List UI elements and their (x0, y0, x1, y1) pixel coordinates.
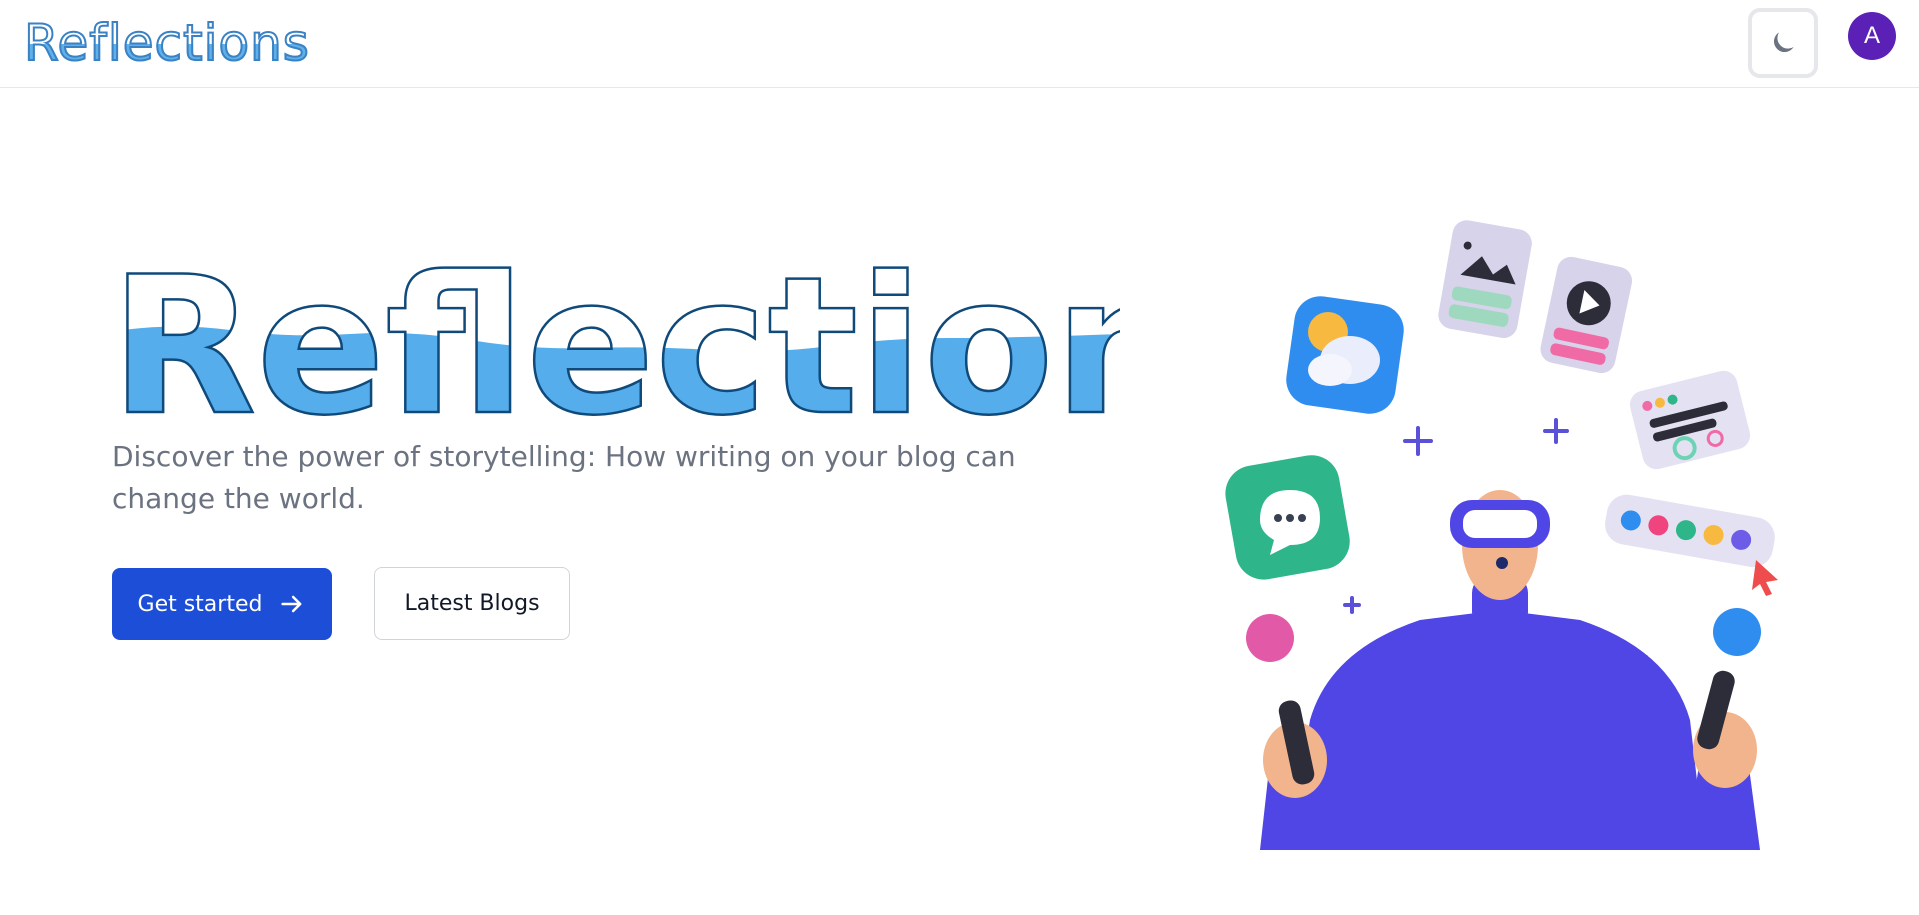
weather-app-icon (1286, 296, 1404, 414)
get-started-label: Get started (137, 591, 263, 617)
cursor-icon (1752, 560, 1778, 596)
user-avatar[interactable]: A (1848, 12, 1896, 60)
hero-illustration (1225, 220, 1778, 850)
latest-blogs-label: Latest Blogs (404, 591, 540, 616)
get-started-button[interactable]: Get started (112, 568, 332, 640)
text-card-icon (1629, 370, 1751, 470)
chat-app-icon (1225, 455, 1350, 580)
hero-title: Reflections Reflections (110, 235, 1120, 432)
brand-logo[interactable]: Reflections (23, 13, 310, 73)
hero-subtitle: Discover the power of storytelling: How … (112, 440, 1016, 515)
navbar: Reflections A (0, 0, 1919, 88)
color-palette-icon (1605, 494, 1775, 568)
image-card-icon (1438, 220, 1532, 339)
theme-toggle-button[interactable] (1748, 8, 1818, 78)
latest-blogs-button[interactable]: Latest Blogs (374, 567, 570, 640)
hero-title-outline: Reflections (110, 236, 1120, 432)
moon-icon (1773, 32, 1794, 53)
video-card-icon (1540, 256, 1633, 374)
arrow-right-icon (281, 595, 302, 613)
